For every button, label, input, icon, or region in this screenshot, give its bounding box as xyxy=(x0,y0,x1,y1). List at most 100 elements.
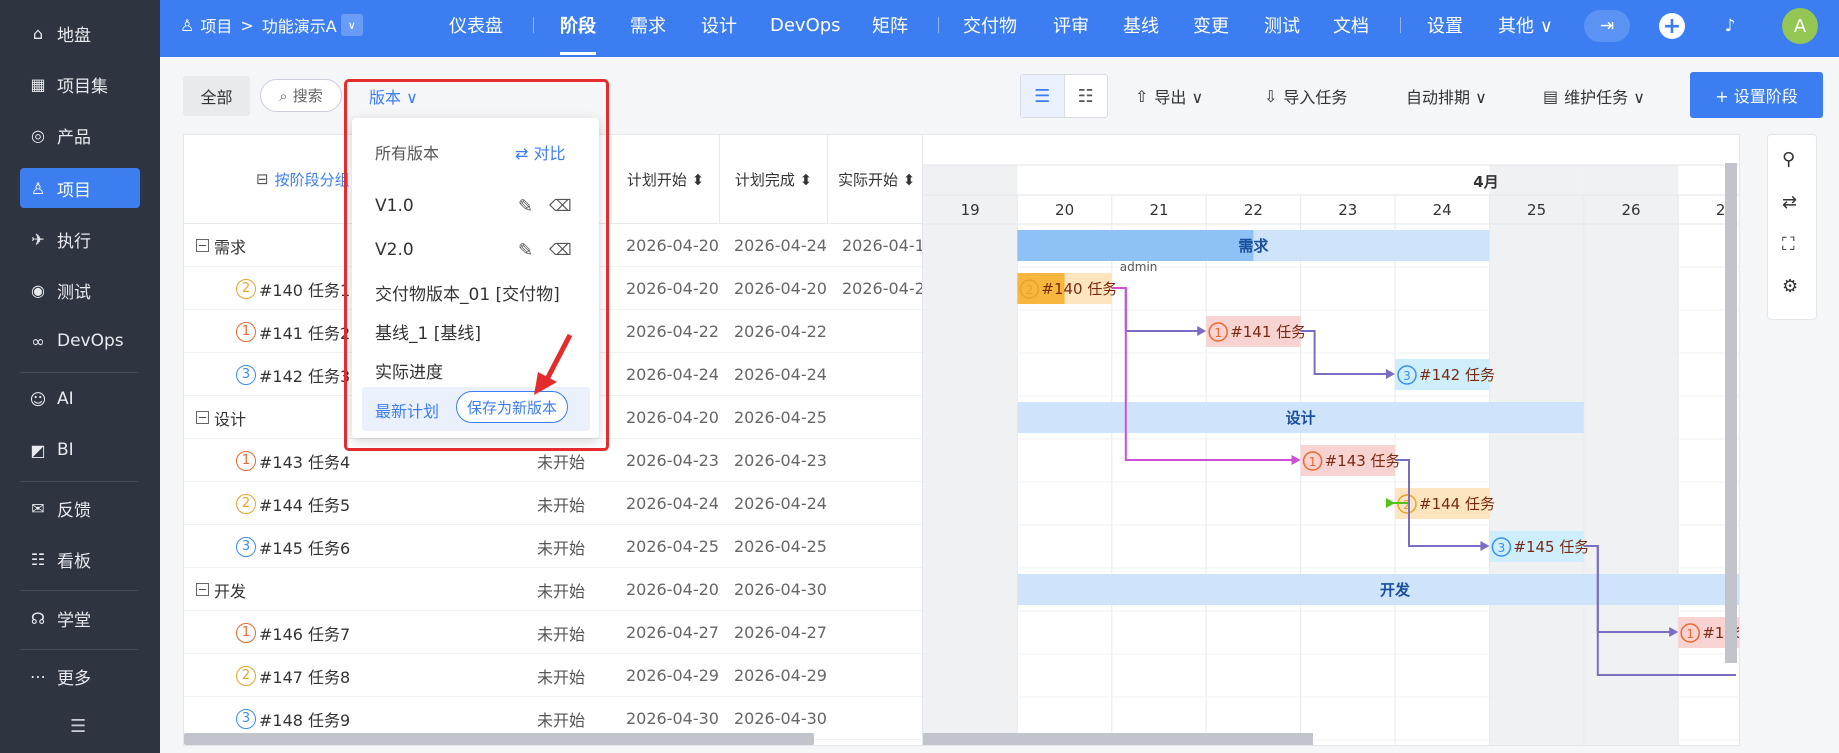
row-name[interactable]: 1 #143 任务4 xyxy=(236,439,350,482)
task-row[interactable]: 1 #146 任务7 未开始 2026-04-27 2026-04-27 xyxy=(184,611,922,654)
task-row[interactable]: 3 #145 任务6 未开始 2026-04-25 2026-04-25 xyxy=(184,525,922,568)
nav-review[interactable]: 评审 xyxy=(1053,0,1089,50)
priority-badge: 2 xyxy=(236,493,256,514)
day-label: 19 xyxy=(961,201,980,219)
export-button[interactable]: ⇧ 导出 ∨ xyxy=(1135,74,1203,118)
nav-change[interactable]: 变更 xyxy=(1193,0,1229,50)
import-icon: ⇩ xyxy=(1264,86,1278,106)
nav-dashboard[interactable]: 仪表盘 xyxy=(449,0,503,50)
nav-requirement[interactable]: 需求 xyxy=(630,0,666,50)
plan-start-cell: 2026-04-22 xyxy=(626,322,719,341)
day-label: 23 xyxy=(1338,201,1357,219)
breadcrumb-project[interactable]: 功能演示A xyxy=(262,13,337,37)
gantt-vertical-scrollbar[interactable] xyxy=(1725,163,1737,663)
task-row[interactable]: 2 #144 任务5 未开始 2026-04-24 2026-04-24 xyxy=(184,482,922,525)
nav-test[interactable]: 测试 xyxy=(1264,0,1300,50)
sidebar-item-more[interactable]: ⋯ 更多 xyxy=(20,656,140,696)
nav-settings[interactable]: 设置 xyxy=(1427,0,1463,50)
sidebar-item-feedback[interactable]: ✉ 反馈 xyxy=(20,488,140,528)
collapse-toggle-icon[interactable]: − xyxy=(196,583,209,596)
project-switch-dropdown[interactable]: ∨ xyxy=(340,14,363,36)
pin-icon[interactable]: ⚲ xyxy=(1782,149,1795,170)
stage-bar xyxy=(1017,574,1739,605)
task-row[interactable]: 2 #147 任务8 未开始 2026-04-29 2026-04-29 xyxy=(184,654,922,697)
search-button[interactable]: ⌕ 搜索 xyxy=(260,79,342,112)
sidebar-item-test[interactable]: ◉ 测试 xyxy=(20,270,140,310)
gantt-canvas: 4月192021222324252627需求2#140 任务admin1#141… xyxy=(923,164,1739,745)
nav-devops[interactable]: DevOps xyxy=(770,0,841,50)
table-horizontal-scrollbar[interactable] xyxy=(184,733,814,745)
breadcrumb-root[interactable]: 项目 xyxy=(200,13,232,37)
collapse-toggle-icon[interactable]: − xyxy=(196,411,209,424)
import-label: 导入任务 xyxy=(1283,88,1348,107)
sidebar-item-home[interactable]: ⌂ 地盘 xyxy=(20,13,140,53)
fullscreen-icon[interactable]: ⛶ xyxy=(1782,234,1795,255)
filter-all-button[interactable]: 全部 xyxy=(183,76,250,116)
gantt-horizontal-scrollbar[interactable] xyxy=(923,733,1313,745)
row-label: #147 任务8 xyxy=(259,667,351,687)
gear-icon[interactable]: ⚙ xyxy=(1782,276,1798,297)
actual-start-header[interactable]: 实际开始 ⬍ xyxy=(828,135,922,224)
user-avatar[interactable]: A xyxy=(1782,8,1818,44)
row-name[interactable]: 1 #141 任务2 xyxy=(236,310,350,353)
row-name[interactable]: 3 #145 任务6 xyxy=(236,525,350,568)
notification-button[interactable]: ♪ xyxy=(1714,10,1746,42)
row-name[interactable]: − 需求 xyxy=(196,224,246,267)
plan-start-cell: 2026-04-20 xyxy=(626,580,719,599)
collapse-toggle-icon[interactable]: − xyxy=(196,239,209,252)
sidebar-item-product[interactable]: ◎ 产品 xyxy=(20,115,140,155)
task-bar-label: #145 任务 xyxy=(1513,538,1589,556)
row-name[interactable]: 2 #147 任务8 xyxy=(236,654,350,697)
actual-start-cell: 2026-04-1 xyxy=(842,236,923,255)
nav-stage[interactable]: 阶段 xyxy=(560,0,596,55)
stage-bar-label: 设计 xyxy=(1286,409,1316,427)
sidebar-item-label: DevOps xyxy=(57,331,124,351)
infinity-icon: ∞ xyxy=(31,331,45,351)
collapse-menu-icon[interactable]: ☰ xyxy=(70,716,86,737)
sidebar-item-bi[interactable]: ◩ BI xyxy=(20,430,140,470)
academy-icon: ☊ xyxy=(30,608,46,628)
row-name[interactable]: − 开发 xyxy=(196,568,246,611)
set-stage-button[interactable]: + 设置阶段 xyxy=(1690,72,1823,118)
sidebar-item-kanban[interactable]: ☷ 看板 xyxy=(20,539,140,579)
nav-matrix[interactable]: 矩阵 xyxy=(872,0,908,50)
sidebar-divider xyxy=(20,481,138,482)
maintain-task-dropdown[interactable]: ▤ 维护任务 ∨ xyxy=(1543,74,1645,118)
sidebar-divider xyxy=(20,372,138,373)
nav-doc[interactable]: 文档 xyxy=(1333,0,1369,50)
row-label: #143 任务4 xyxy=(259,452,351,472)
row-name[interactable]: − 设计 xyxy=(196,396,246,439)
stage-progress xyxy=(1017,230,1254,261)
sidebar-item-execution[interactable]: ✈ 执行 xyxy=(20,219,140,259)
row-name[interactable]: 1 #146 任务7 xyxy=(236,611,350,654)
nav-other[interactable]: 其他 ∨ xyxy=(1498,0,1553,50)
sidebar-item-project[interactable]: ♙ 项目 xyxy=(20,168,140,208)
feedback-icon: ✉ xyxy=(31,498,45,518)
exit-project-button[interactable]: ⇥ xyxy=(1584,10,1630,42)
plan-start-header[interactable]: 计划开始 ⬍ xyxy=(612,135,720,224)
list-view-button[interactable]: ☷ xyxy=(1065,75,1108,117)
create-button[interactable]: + xyxy=(1656,10,1688,42)
nav-deliverable[interactable]: 交付物 xyxy=(963,0,1017,50)
sidebar-item-program[interactable]: ▦ 项目集 xyxy=(20,64,140,104)
plan-start-cell: 2026-04-23 xyxy=(626,451,719,470)
swap-icon[interactable]: ⇄ xyxy=(1782,192,1797,213)
plan-start-cell: 2026-04-20 xyxy=(626,236,719,255)
breadcrumb-separator: > xyxy=(240,15,254,35)
plan-end-cell: 2026-04-20 xyxy=(734,279,827,298)
nav-design[interactable]: 设计 xyxy=(701,0,737,50)
nav-baseline[interactable]: 基线 xyxy=(1123,0,1159,50)
row-name[interactable]: 3 #142 任务3 xyxy=(236,353,350,396)
stage-row[interactable]: − 开发 未开始 2026-04-20 2026-04-30 xyxy=(184,568,922,611)
plan-end-header[interactable]: 计划完成 ⬍ xyxy=(720,135,828,224)
row-label: #148 任务9 xyxy=(259,710,351,730)
sidebar-item-academy[interactable]: ☊ 学堂 xyxy=(20,598,140,638)
sidebar-item-devops[interactable]: ∞ DevOps xyxy=(20,321,140,361)
sidebar-item-ai[interactable]: ☺ AI xyxy=(20,379,140,419)
task-bar-label: #140 任务 xyxy=(1041,280,1117,298)
gantt-view-button[interactable]: ☰ xyxy=(1021,75,1065,117)
auto-schedule-dropdown[interactable]: 自动排期 ∨ xyxy=(1406,74,1487,118)
row-name[interactable]: 2 #144 任务5 xyxy=(236,482,350,525)
import-task-button[interactable]: ⇩ 导入任务 xyxy=(1264,74,1347,118)
row-name[interactable]: 2 #140 任务1 xyxy=(236,267,350,310)
